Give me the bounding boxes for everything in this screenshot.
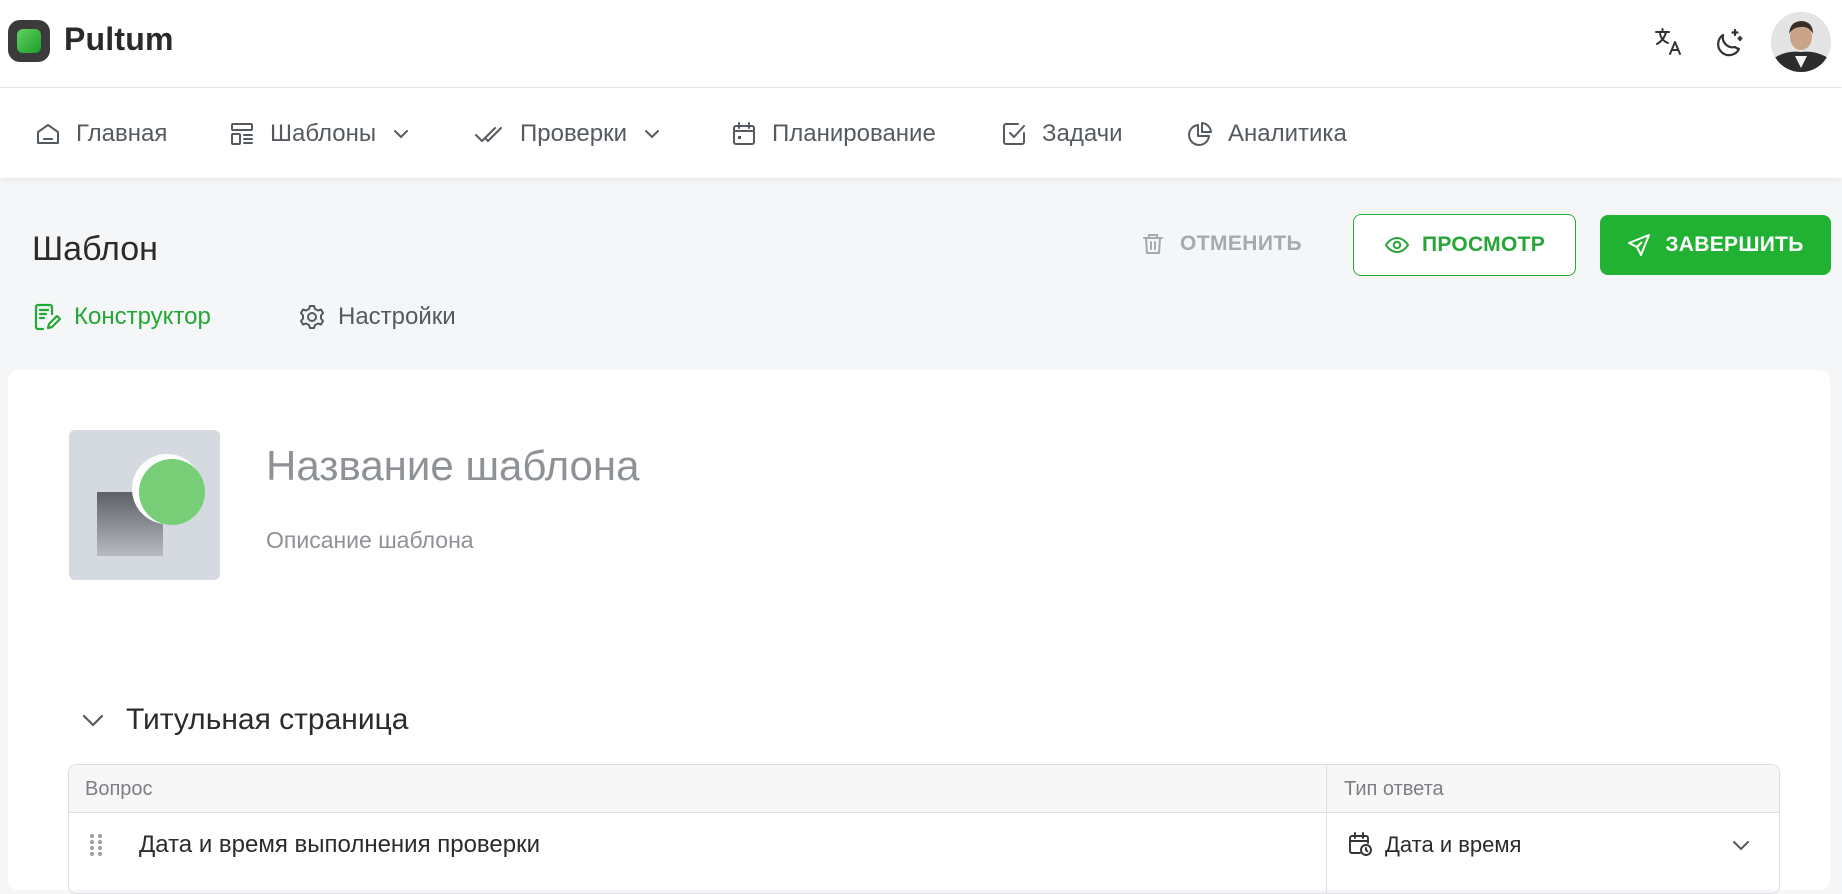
template-name-input[interactable] — [266, 442, 1166, 490]
drag-handle-icon[interactable] — [89, 833, 103, 857]
nav-item-label: Главная — [76, 120, 168, 147]
home-icon — [37, 124, 59, 144]
tab-constructor[interactable]: Конструктор — [32, 300, 211, 334]
questions-table: Вопрос Тип ответа Дата и время выполнени… — [68, 764, 1780, 894]
calendar-clock-icon — [1349, 832, 1372, 856]
question-text[interactable]: Дата и время выполнения проверки — [139, 831, 540, 859]
send-icon — [1628, 234, 1651, 256]
cancel-label: ОТМЕНИТЬ — [1180, 232, 1303, 255]
nav-item-home[interactable]: Главная — [34, 116, 167, 152]
answer-type-select[interactable]: Дата и время — [1327, 813, 1779, 877]
column-header-question: Вопрос — [85, 778, 153, 800]
chevron-down-icon — [645, 130, 660, 139]
template-editor-card: Титульная страница Вопрос Тип ответа Дат… — [8, 370, 1830, 894]
nav-item-planning[interactable]: Планирование — [730, 116, 936, 152]
top-header: Pultum — [0, 0, 1842, 88]
finish-button[interactable]: ЗАВЕРШИТЬ — [1600, 215, 1831, 275]
chevron-down-icon — [1733, 841, 1749, 851]
nav-item-label: Шаблоны — [270, 120, 377, 147]
nav-item-analytics[interactable]: Аналитика — [1186, 116, 1347, 152]
table-row[interactable]: Дата и время выполнения проверки Дата и … — [69, 813, 1779, 877]
chevron-down-icon[interactable] — [80, 707, 106, 733]
answer-type-value: Дата и время — [1385, 832, 1522, 857]
templates-icon — [231, 123, 253, 145]
nav-item-label: Задачи — [1042, 120, 1123, 147]
chevron-down-icon — [394, 130, 409, 139]
tab-settings[interactable]: Настройки — [298, 300, 456, 334]
preview-button[interactable]: ПРОСМОТР — [1353, 214, 1576, 276]
page-title: Шаблон — [32, 230, 158, 268]
eye-icon — [1384, 236, 1410, 254]
translate-icon[interactable] — [1651, 24, 1687, 60]
pultum-logo-icon[interactable] — [8, 20, 50, 62]
nav-item-templates[interactable]: Шаблоны — [228, 116, 410, 152]
nav-item-label: Проверки — [520, 120, 628, 147]
main-nav: Главная Шаблоны Проверки Планирование За… — [0, 88, 1842, 178]
checkbox-icon — [1003, 123, 1025, 145]
tab-label: Настройки — [338, 303, 456, 330]
pie-chart-icon — [1188, 122, 1212, 146]
preview-label: ПРОСМОТР — [1421, 233, 1546, 256]
column-header-answer-type: Тип ответа — [1344, 778, 1444, 800]
cancel-button[interactable]: ОТМЕНИТЬ — [1140, 226, 1302, 262]
trash-icon — [1143, 234, 1163, 254]
section-header[interactable]: Титульная страница — [80, 700, 408, 740]
section-title[interactable]: Титульная страница — [126, 703, 408, 737]
tab-label: Конструктор — [74, 303, 211, 330]
app-name[interactable]: Pultum — [64, 21, 174, 58]
nav-item-label: Аналитика — [1228, 120, 1347, 147]
double-check-icon — [475, 127, 502, 142]
gear-icon — [300, 305, 324, 329]
constructor-icon — [34, 303, 62, 331]
template-image-upload[interactable] — [69, 430, 220, 580]
nav-item-checks[interactable]: Проверки — [474, 116, 661, 152]
nav-item-label: Планирование — [772, 120, 936, 147]
template-description-input[interactable] — [266, 527, 1166, 554]
finish-label: ЗАВЕРШИТЬ — [1665, 233, 1804, 256]
image-placeholder-circle — [139, 459, 205, 525]
nav-item-tasks[interactable]: Задачи — [1000, 116, 1123, 152]
avatar[interactable] — [1771, 12, 1831, 72]
moon-icon[interactable] — [1711, 24, 1747, 60]
table-header: Вопрос Тип ответа — [69, 765, 1779, 813]
calendar-icon — [733, 122, 755, 145]
